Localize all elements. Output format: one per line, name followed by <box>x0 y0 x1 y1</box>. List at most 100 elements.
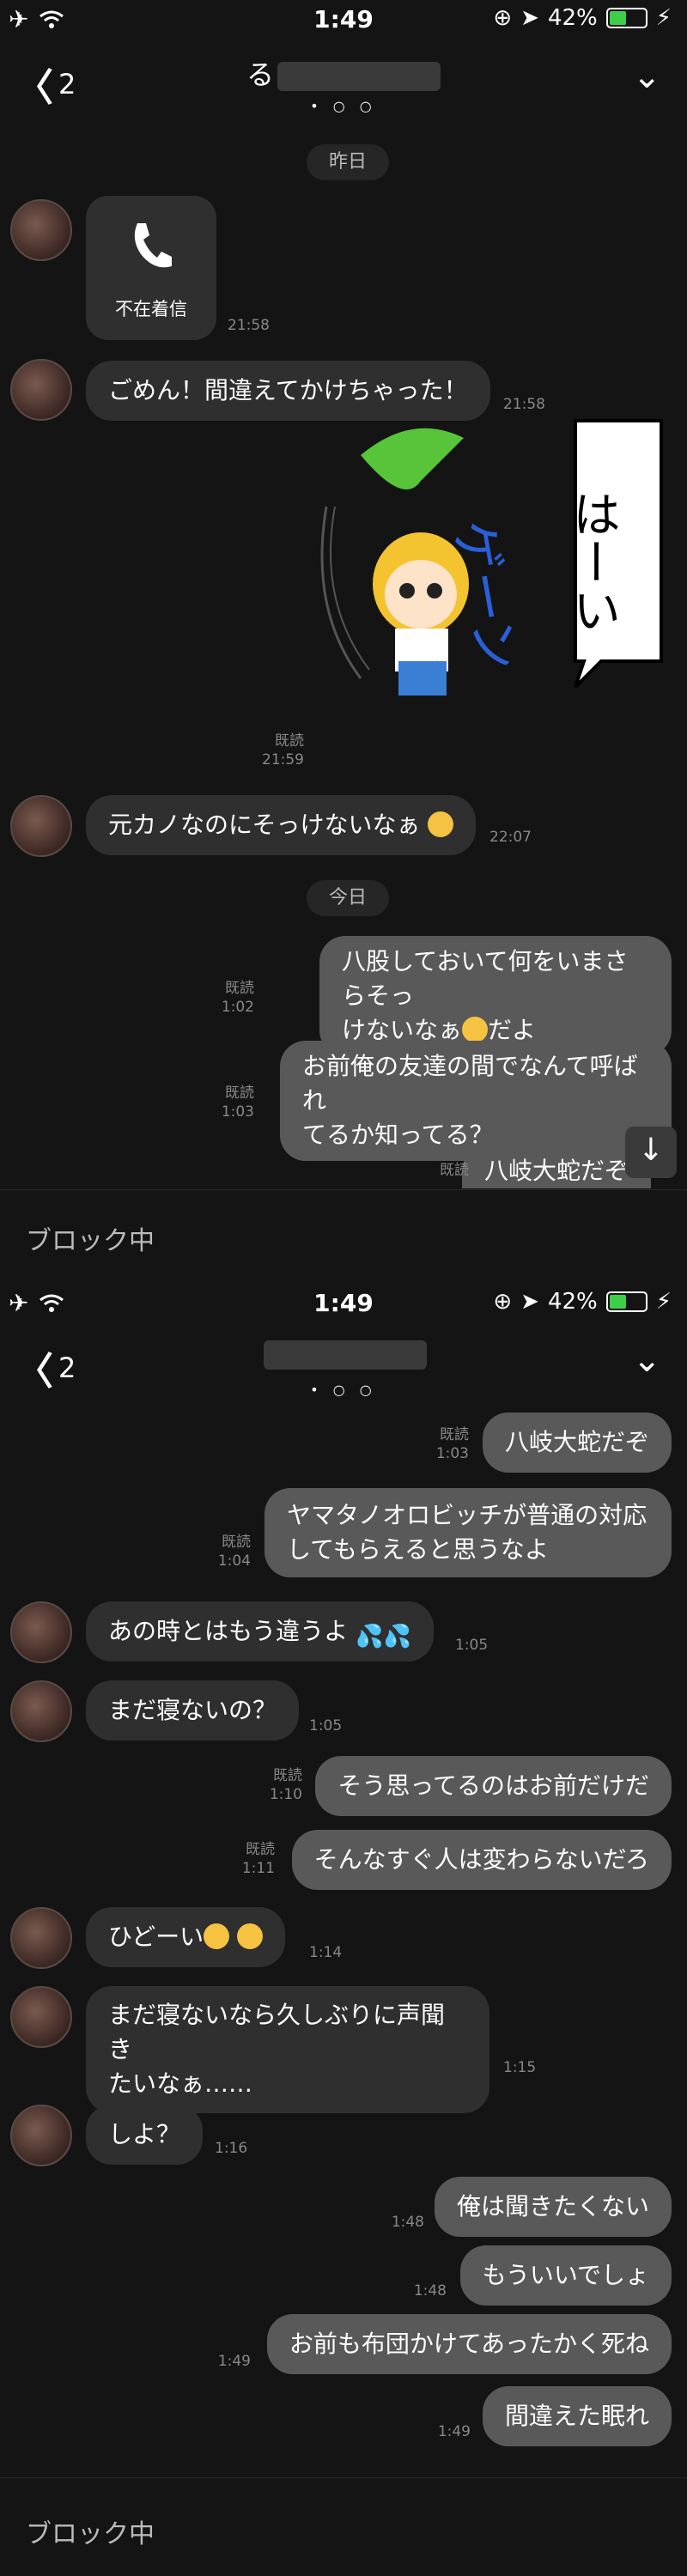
outgoing-message[interactable]: もういいでしょ <box>459 2245 672 2306</box>
read-receipt: 既読 <box>246 1841 275 1858</box>
message-line: まだ寝ないなら久しぶりに声聞き <box>108 2001 446 2063</box>
missed-call-label: 不在着信 <box>115 299 187 319</box>
battery-percent: 42% <box>547 1289 598 1315</box>
charging-icon: ⚡ <box>655 5 672 31</box>
message-line: お前俺の友達の間でなんて呼ばれ <box>302 1052 638 1115</box>
status-bar: ✈ 1:49 ⊕ ➤ 42% ⚡ <box>0 1284 687 1325</box>
message-time: 1:48 <box>413 2282 447 2300</box>
location-icon: ➤ <box>520 5 539 31</box>
message-line-2: してもらえると思うなよ <box>287 1535 549 1564</box>
message-time: 1:11 <box>241 1860 275 1877</box>
title-initial: る <box>246 58 274 91</box>
outgoing-message[interactable]: 八岐大蛇だぞ <box>482 1413 672 1473</box>
redacted-name <box>264 1340 427 1370</box>
incoming-message[interactable]: あの時とはもう違うよ 💦💦 <box>86 1601 434 1662</box>
rotation-lock-icon: ⊕ <box>493 1289 513 1315</box>
blocked-label: ブロック中 <box>26 2519 155 2549</box>
avatar[interactable] <box>10 359 72 421</box>
message-time: 1:05 <box>455 1637 489 1654</box>
message-time: 1:03 <box>435 1445 469 1462</box>
incoming-message[interactable]: しよ？ <box>86 2105 204 2165</box>
chat-header: 〈 2 • ○ ○ ⌄ <box>0 1328 687 1398</box>
status-right: ⊕ ➤ 42% ⚡ <box>493 5 672 31</box>
status-right: ⊕ ➤ 42% ⚡ <box>493 1289 672 1315</box>
status-bar: ✈ 1:49 ⊕ ➤ 42% ⚡ <box>0 0 687 41</box>
avatar[interactable] <box>10 795 72 857</box>
outgoing-message[interactable]: ヤマタノオロビッチが普通の対応 してもらえると思うなよ <box>264 1488 672 1577</box>
avatar[interactable] <box>10 2105 72 2166</box>
chevron-down-icon[interactable]: ⌄ <box>632 1340 661 1380</box>
read-receipt: 既読 <box>440 1162 469 1179</box>
message-time: 1:49 <box>217 2353 251 2370</box>
sticker-popteamepic[interactable]: ゲーン はーい <box>309 404 678 747</box>
outgoing-message[interactable]: 八岐大蛇だぞ <box>461 1145 651 1188</box>
avatar[interactable] <box>10 199 72 261</box>
message-text: 元カノなのにそっけないなぁ <box>108 811 421 839</box>
phone-icon <box>134 223 172 268</box>
battery-percent: 42% <box>547 5 598 31</box>
message-time: 22:07 <box>489 829 532 846</box>
avatar[interactable] <box>10 1986 72 2048</box>
read-receipt: 既読 <box>275 732 304 750</box>
scroll-down-button[interactable]: ↓ <box>625 1127 677 1178</box>
message-line: 八股しておいて何をいまさらそっ <box>342 947 629 1010</box>
message-time: 1:49 <box>437 2423 471 2440</box>
redacted-name <box>277 62 441 91</box>
outgoing-message[interactable]: お前俺の友達の間でなんて呼ばれ てるか知ってる？ <box>280 1041 672 1161</box>
missed-call-card[interactable]: 不在着信 <box>86 196 216 340</box>
outgoing-message[interactable]: 八股しておいて何をいまさらそっ けないなぁ だよ <box>319 936 672 1056</box>
date-separator: 今日 <box>307 880 390 916</box>
outgoing-message[interactable]: お前も布団かけてあったかく死ね <box>266 2314 672 2374</box>
page-dots: • ○ ○ <box>310 98 377 114</box>
blocked-bar: ブロック中 <box>0 2477 687 2576</box>
message-time: 21:58 <box>228 317 270 334</box>
avatar[interactable] <box>10 1601 72 1663</box>
avatar[interactable] <box>10 1907 72 1969</box>
sweat-droplets-icon: 💦💦 <box>356 1624 411 1649</box>
crying-emoji-icon <box>462 1017 489 1042</box>
read-receipt: 既読 <box>225 980 254 997</box>
sticker-text: はーい <box>565 489 621 634</box>
incoming-message[interactable]: 元カノなのにそっけないなぁ <box>86 795 477 855</box>
read-receipt: 既読 <box>222 1534 251 1551</box>
date-separator: 昨日 <box>307 144 390 180</box>
message-time: 1:03 <box>221 1103 254 1121</box>
arrow-down-icon: ↓ <box>637 1133 665 1168</box>
chat-screen-2: ✈ 1:49 ⊕ ➤ 42% ⚡ 〈 2 • ○ ○ ⌄ 八岐大蛇だぞ 既読 1:… <box>0 1284 687 2576</box>
outgoing-message[interactable]: そう思ってるのはお前だけだ <box>315 1756 672 1816</box>
message-line: ヤマタノオロビッチが普通の対応 <box>287 1501 647 1529</box>
incoming-message[interactable]: ひどーい <box>86 1907 286 1967</box>
charging-icon: ⚡ <box>655 1289 672 1315</box>
chevron-down-icon[interactable]: ⌄ <box>632 57 661 96</box>
message-time: 1:48 <box>391 2214 424 2231</box>
chat-screen-1: ✈ 1:49 ⊕ ➤ 42% ⚡ 〈 2 る • ○ ○ ⌄ 昨日 不在着信 21… <box>0 0 687 1284</box>
read-receipt: 既読 <box>273 1767 302 1784</box>
chat-title[interactable]: る <box>0 53 687 93</box>
chat-header: 〈 2 る • ○ ○ ⌄ <box>0 45 687 114</box>
crying-emoji-icon <box>428 811 454 837</box>
location-icon: ➤ <box>520 1289 539 1315</box>
message-time: 1:04 <box>217 1552 251 1570</box>
outgoing-message[interactable]: 間違えた眠れ <box>482 2386 672 2446</box>
battery-icon <box>605 8 647 28</box>
incoming-message[interactable]: まだ寝ないの？ <box>86 1680 300 1741</box>
battery-icon <box>605 1291 647 1312</box>
outgoing-message[interactable]: 俺は聞きたくない <box>434 2177 672 2237</box>
message-time: 1:16 <box>215 2140 248 2157</box>
avatar[interactable] <box>10 1680 72 1742</box>
read-receipt: 既読 <box>225 1084 254 1102</box>
message-text: ひどーい <box>108 1923 204 1951</box>
outgoing-message[interactable]: そんなすぐ人は変わらないだろ <box>291 1830 672 1890</box>
grinning-sweat-emoji-icon <box>204 1923 230 1949</box>
message-text: あの時とはもう違うよ <box>108 1617 349 1645</box>
message-time: 1:15 <box>503 2059 537 2076</box>
sticker-sfx: ゲーン <box>442 515 528 675</box>
message-time: 1:14 <box>309 1944 343 1961</box>
page-dots: • ○ ○ <box>310 1382 377 1398</box>
chat-title[interactable] <box>0 1337 687 1370</box>
grinning-sweat-emoji-icon <box>237 1923 264 1949</box>
incoming-message[interactable]: まだ寝ないなら久しぶりに声聞き たいなぁ…… <box>86 1986 489 2113</box>
message-time: 1:02 <box>221 999 254 1016</box>
blocked-label: ブロック中 <box>26 1226 155 1256</box>
read-receipt: 既読 <box>440 1426 469 1443</box>
